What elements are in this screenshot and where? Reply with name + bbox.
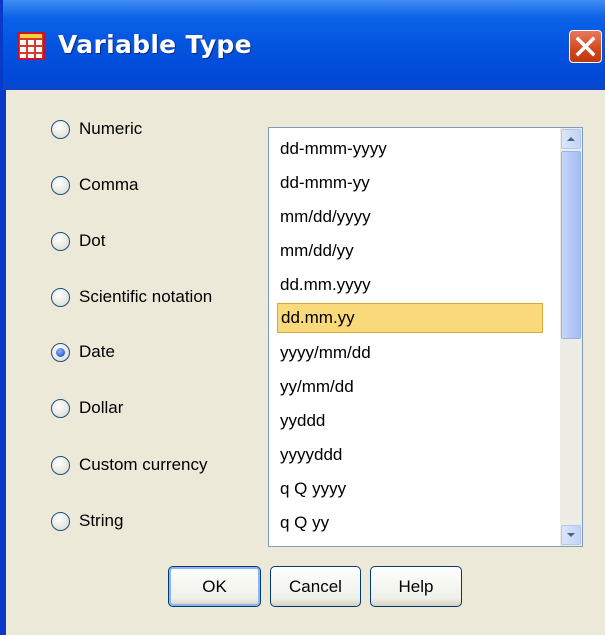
radio-dot-label: Dot: [79, 231, 106, 250]
radio-string-label: String: [79, 511, 124, 530]
radio-numeric-label: Numeric: [79, 119, 143, 138]
radio-numeric[interactable]: Numeric: [51, 116, 142, 142]
close-button[interactable]: [569, 30, 602, 63]
list-item[interactable]: mm/dd/yyyy: [277, 202, 543, 232]
list-item[interactable]: dd.mm.yyyy: [277, 270, 543, 300]
dialog-title: Variable Type: [58, 30, 252, 59]
vertical-scrollbar[interactable]: [560, 128, 582, 546]
ok-button[interactable]: OK: [168, 566, 261, 607]
grid-app-icon: [17, 32, 45, 60]
list-item[interactable]: yyyy/mm/dd: [277, 338, 543, 368]
list-item[interactable]: dd-mmm-yyyy: [277, 134, 543, 164]
arrow-up-icon: [567, 137, 575, 141]
radio-date[interactable]: Date: [51, 339, 115, 365]
arrow-down-icon: [567, 533, 575, 537]
radio-numeric-control[interactable]: [51, 119, 70, 139]
radio-scientific-notation-control[interactable]: [51, 287, 70, 307]
radio-date-control[interactable]: [51, 342, 70, 362]
list-item[interactable]: mm/dd/yy: [277, 236, 543, 266]
list-item[interactable]: q Q yy: [277, 508, 543, 538]
list-item-selected[interactable]: dd.mm.yy: [277, 303, 543, 333]
scroll-up-button[interactable]: [561, 129, 581, 149]
radio-dollar-label: Dollar: [79, 398, 124, 417]
radio-comma-control[interactable]: [51, 175, 70, 195]
list-item[interactable]: q Q yyyy: [277, 474, 543, 504]
radio-comma[interactable]: Comma: [51, 172, 139, 198]
close-icon: [575, 36, 596, 57]
list-item[interactable]: yyddd: [277, 406, 543, 436]
radio-dot[interactable]: Dot: [51, 228, 105, 254]
scroll-down-button[interactable]: [561, 525, 581, 545]
list-item[interactable]: dd-mmm-yy: [277, 168, 543, 198]
cancel-button[interactable]: Cancel: [270, 566, 361, 607]
help-button[interactable]: Help: [370, 566, 462, 607]
list-item[interactable]: yy/mm/dd: [277, 372, 543, 402]
radio-custom-currency-control[interactable]: [51, 455, 70, 475]
scroll-thumb[interactable]: [561, 151, 581, 339]
title-bar[interactable]: Variable Type: [3, 0, 605, 90]
radio-string[interactable]: String: [51, 508, 123, 534]
date-format-list[interactable]: dd-mmm-yyyy dd-mmm-yy mm/dd/yyyy mm/dd/y…: [268, 127, 583, 547]
radio-dot-control[interactable]: [51, 231, 70, 251]
radio-dollar-control[interactable]: [51, 398, 70, 418]
radio-comma-label: Comma: [79, 175, 139, 194]
variable-type-dialog: Variable Type Numeric Comma Dot Scientif…: [0, 0, 605, 635]
radio-custom-currency-label: Custom currency: [79, 455, 208, 474]
radio-scientific-notation-label: Scientific notation: [79, 287, 213, 306]
radio-scientific-notation[interactable]: Scientific notation: [51, 284, 212, 310]
radio-custom-currency[interactable]: Custom currency: [51, 452, 207, 478]
radio-date-label: Date: [79, 342, 115, 361]
radio-string-control[interactable]: [51, 511, 70, 531]
list-item[interactable]: yyyyddd: [277, 440, 543, 470]
radio-dollar[interactable]: Dollar: [51, 395, 123, 421]
